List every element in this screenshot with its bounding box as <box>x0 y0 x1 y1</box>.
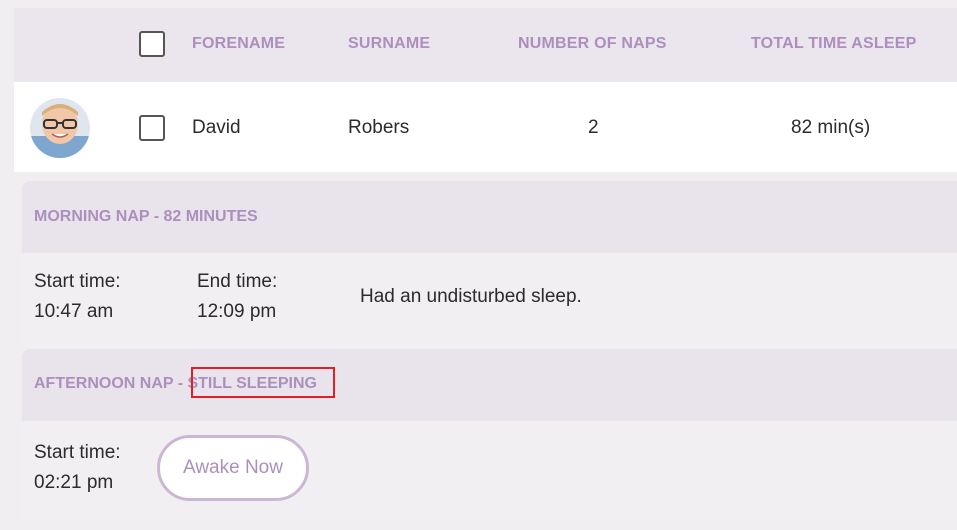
header-forename[interactable]: FORENAME <box>192 35 285 53</box>
morning-start-label: Start time: <box>34 271 121 292</box>
morning-nap-header: MORNING NAP - 82 MINUTES <box>22 181 957 253</box>
cell-surname: Robers <box>348 117 410 138</box>
morning-nap-title: MORNING NAP - 82 MINUTES <box>34 208 258 225</box>
header-number-of-naps[interactable]: NUMBER OF NAPS <box>518 35 667 53</box>
afternoon-nap-label: AFTERNOON NAP - <box>34 375 188 392</box>
morning-start-value: 10:47 am <box>34 301 114 322</box>
row-checkbox[interactable] <box>139 115 165 141</box>
status-highlight-box <box>191 367 335 398</box>
cell-forename: David <box>192 117 241 138</box>
afternoon-start-value: 02:21 pm <box>34 472 114 493</box>
avatar <box>30 98 90 158</box>
select-all-checkbox[interactable] <box>139 31 165 57</box>
header-surname[interactable]: SURNAME <box>348 35 430 53</box>
morning-end-value: 12:09 pm <box>197 301 277 322</box>
cell-total-time-asleep: 82 min(s) <box>791 117 871 138</box>
afternoon-nap-header: AFTERNOON NAP - STILL SLEEPING <box>22 349 957 421</box>
morning-end-label: End time: <box>197 271 278 292</box>
header-total-time-asleep[interactable]: TOTAL TIME ASLEEP <box>751 35 917 53</box>
morning-nap-note: Had an undisturbed sleep. <box>360 286 582 307</box>
afternoon-start-label: Start time: <box>34 442 121 463</box>
cell-number-of-naps: 2 <box>588 117 599 138</box>
awake-now-button[interactable]: Awake Now <box>157 435 309 501</box>
